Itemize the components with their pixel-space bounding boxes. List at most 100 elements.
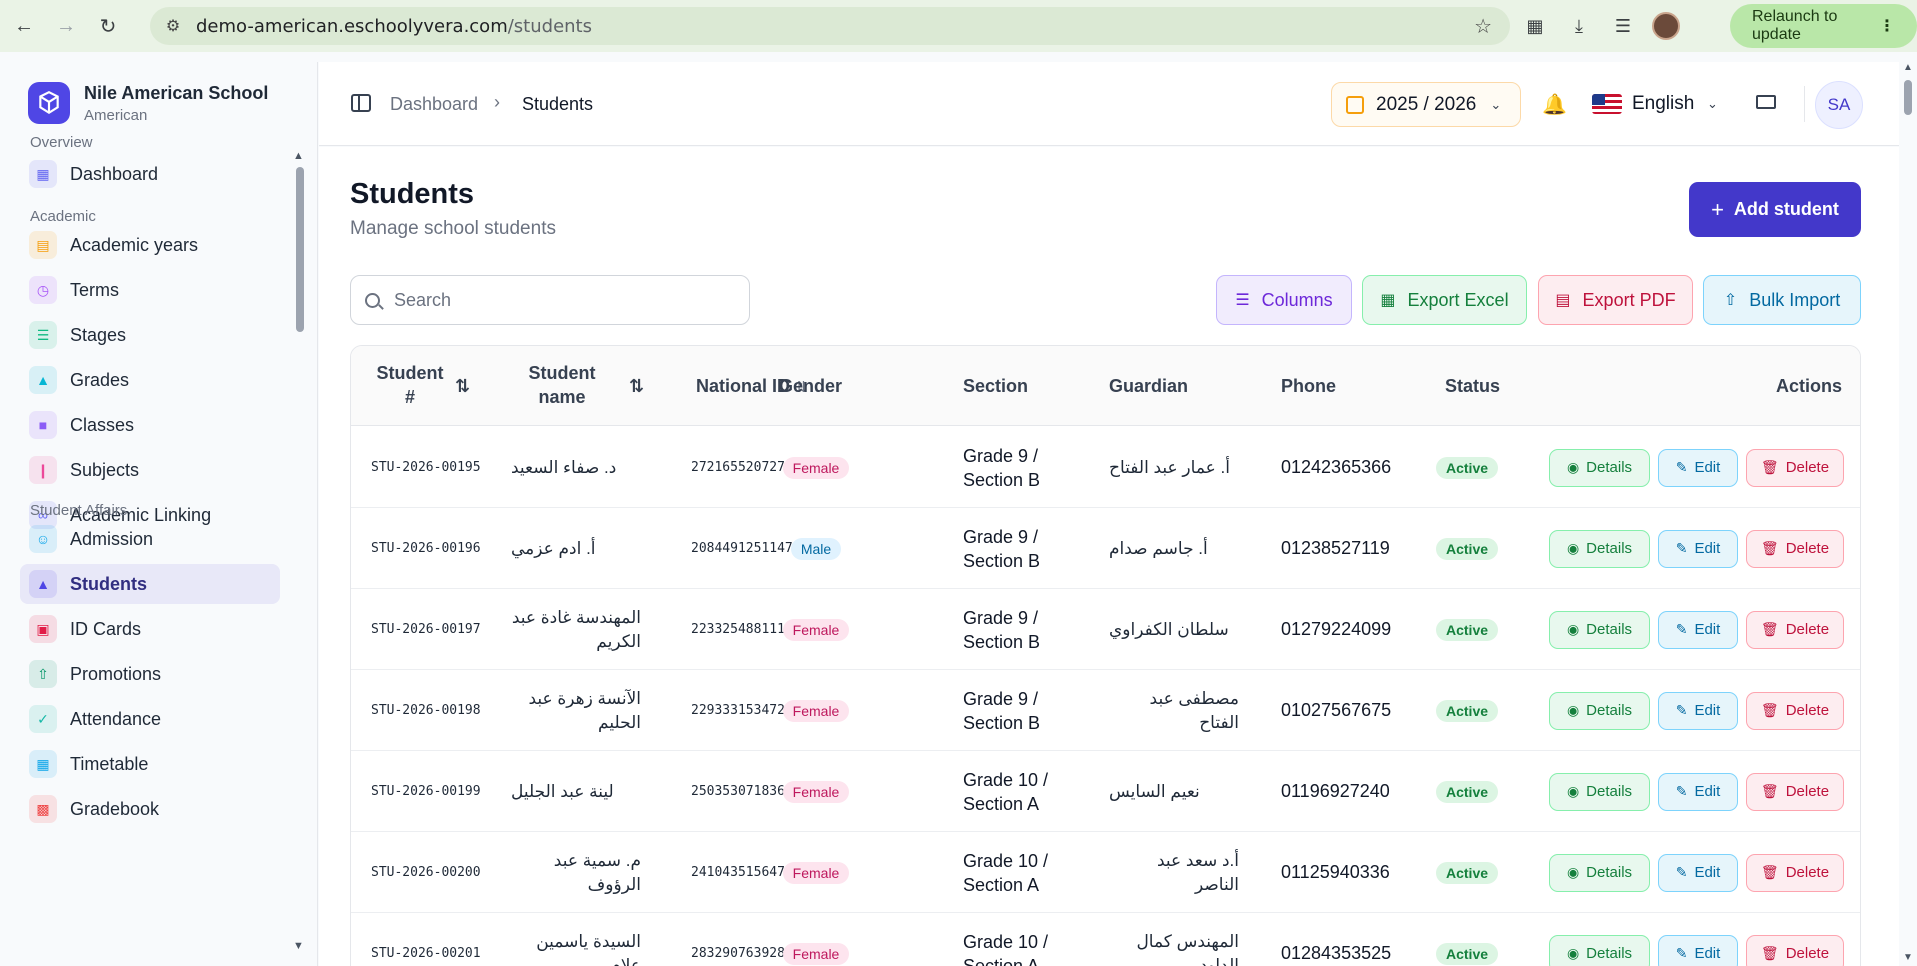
sidebar-item-promotions[interactable]: ⇧ Promotions (20, 654, 280, 694)
delete-button[interactable]: 🗑 Delete (1746, 772, 1844, 811)
notifications-bell-icon[interactable]: 🔔 (1542, 92, 1567, 117)
student-name: الآنسة زهرة عبد الحليم (528, 688, 641, 732)
trash-icon: 🗑 (1760, 945, 1779, 961)
extensions-icon[interactable]: ▦ (1520, 11, 1550, 41)
gender-badge: Female (782, 942, 850, 965)
sidebar-item-students[interactable]: ▲ Students (20, 564, 280, 604)
page-scroll-down-icon[interactable]: ▼ (1903, 952, 1913, 963)
details-button[interactable]: ◉ Details (1549, 772, 1650, 811)
sidebar-item-subjects[interactable]: ❙ Subjects (20, 450, 280, 490)
status-badge: Active (1436, 780, 1499, 803)
delete-button[interactable]: 🗑 Delete (1746, 934, 1844, 966)
details-button[interactable]: ◉ Details (1549, 529, 1650, 568)
chevron-down-icon: ⌄ (1490, 96, 1502, 112)
edit-button[interactable]: ✎ Edit (1658, 610, 1738, 649)
page-scrollbar[interactable] (1904, 80, 1912, 115)
section: Grade 9 / Section B (963, 526, 1041, 571)
breadcrumb-dashboard[interactable]: Dashboard (390, 94, 478, 115)
grid-icon: ▦ (29, 160, 57, 188)
sidebar-item-id-cards[interactable]: ▣ ID Cards (20, 609, 280, 649)
forward-icon[interactable]: → (48, 8, 84, 44)
trash-icon: 🗑 (1760, 540, 1779, 556)
us-flag-icon[interactable] (1592, 94, 1622, 114)
sidebar-item-label: ID Cards (70, 618, 142, 639)
school-name: Nile American School (84, 82, 269, 103)
bookmark-star-icon[interactable]: ☆ (1474, 14, 1492, 39)
delete-button[interactable]: 🗑 Delete (1746, 529, 1844, 568)
details-button[interactable]: ◉ Details (1549, 934, 1650, 966)
delete-button[interactable]: 🗑 Delete (1746, 448, 1844, 487)
search-field[interactable] (350, 275, 750, 325)
sidebar-item-classes[interactable]: ■ Classes (20, 405, 280, 445)
edit-button[interactable]: ✎ Edit (1658, 691, 1738, 730)
sidebar-section-label: Overview (30, 134, 93, 151)
student-name: لينة عبد الجليل (511, 781, 614, 801)
sidebar-scroll-up-icon[interactable]: ▲ (293, 150, 304, 162)
media-queue-icon[interactable]: ☰ (1608, 11, 1638, 41)
details-button[interactable]: ◉ Details (1549, 691, 1650, 730)
sort-icon[interactable]: ⇅ (455, 374, 470, 398)
sidebar-item-label: Dashboard (70, 163, 159, 184)
address-bar[interactable]: ⚙ demo-american.eschoolyvera.com/student… (150, 7, 1510, 45)
chevron-down-icon[interactable]: ⌄ (1707, 96, 1718, 112)
site-settings-icon[interactable]: ⚙ (158, 11, 188, 41)
sidebar-item-gradebook[interactable]: ▩ Gradebook (20, 789, 280, 829)
sidebar-item-admission[interactable]: ☺ Admission (20, 519, 280, 559)
export-pdf-button[interactable]: ▤ Export PDF (1538, 275, 1693, 325)
add-student-button[interactable]: + Add student (1689, 182, 1861, 237)
school-icon: ■ (29, 411, 57, 439)
toggle-sidebar-icon[interactable] (351, 94, 371, 112)
edit-button[interactable]: ✎ Edit (1658, 448, 1738, 487)
sidebar-item-attendance[interactable]: ✓ Attendance (20, 699, 280, 739)
academic-year-select[interactable]: 2025 / 2026 ⌄ (1331, 82, 1521, 127)
search-input[interactable] (394, 289, 734, 311)
brand[interactable]: Nile American School American (28, 82, 268, 124)
details-button[interactable]: ◉ Details (1549, 610, 1650, 649)
delete-button[interactable]: 🗑 Delete (1746, 853, 1844, 892)
sidebar-item-terms[interactable]: ◷ Terms (20, 270, 280, 310)
user-avatar[interactable]: SA (1815, 81, 1863, 129)
row-actions: ◉ Details ✎ Edit 🗑 Delete (1549, 751, 1844, 832)
export-excel-button[interactable]: ▦ Export Excel (1362, 275, 1527, 325)
language-select[interactable]: English (1632, 93, 1694, 115)
graduation-cap-icon: ▲ (29, 570, 57, 598)
display-mode-icon[interactable] (1756, 95, 1776, 109)
gender-cell: Female (761, 751, 871, 832)
school-type: American (84, 106, 148, 124)
sidebar-scroll-down-icon[interactable]: ▼ (293, 940, 304, 952)
edit-button[interactable]: ✎ Edit (1658, 529, 1738, 568)
sort-icon[interactable]: ⇅ (629, 374, 644, 398)
edit-button[interactable]: ✎ Edit (1658, 772, 1738, 811)
header-student-number[interactable]: Student # (375, 361, 445, 409)
delete-button[interactable]: 🗑 Delete (1746, 610, 1844, 649)
relaunch-button[interactable]: Relaunch to update ⋮ (1730, 4, 1917, 48)
status-badge: Active (1436, 699, 1499, 722)
bulk-import-button[interactable]: ⇧ Bulk Import (1703, 275, 1861, 325)
back-icon[interactable]: ← (6, 8, 42, 44)
sidebar-item-dashboard[interactable]: ▦ Dashboard (20, 154, 280, 194)
gender-badge: Female (782, 699, 850, 722)
sidebar-item-stages[interactable]: ☰ Stages (20, 315, 280, 355)
edit-button[interactable]: ✎ Edit (1658, 853, 1738, 892)
profile-avatar[interactable] (1652, 12, 1680, 40)
header-student-name[interactable]: Student name (521, 361, 603, 409)
sidebar-item-timetable[interactable]: ▦ Timetable (20, 744, 280, 784)
reload-icon[interactable]: ↻ (90, 8, 126, 44)
columns-button[interactable]: ☰ Columns (1216, 275, 1352, 325)
details-button[interactable]: ◉ Details (1549, 853, 1650, 892)
edit-button[interactable]: ✎ Edit (1658, 934, 1738, 966)
sidebar-item-label: Terms (70, 279, 119, 300)
gender-cell: Female (761, 589, 871, 670)
page-scroll-up-icon[interactable]: ▲ (1903, 62, 1913, 73)
sidebar-item-grades[interactable]: ▲ Grades (20, 360, 280, 400)
delete-button[interactable]: 🗑 Delete (1746, 691, 1844, 730)
pencil-icon: ✎ (1675, 945, 1688, 961)
eye-icon: ◉ (1566, 783, 1580, 799)
sidebar-item-academic-years[interactable]: ▤ Academic years (20, 225, 280, 265)
details-button[interactable]: ◉ Details (1549, 448, 1650, 487)
download-icon[interactable]: ⤓ (1564, 11, 1594, 41)
sidebar-scrollbar[interactable] (296, 167, 304, 332)
pdf-file-icon: ▤ (1555, 292, 1571, 309)
url-text[interactable]: demo-american.eschoolyvera.com/students (196, 16, 592, 37)
gender-badge: Female (782, 618, 850, 641)
